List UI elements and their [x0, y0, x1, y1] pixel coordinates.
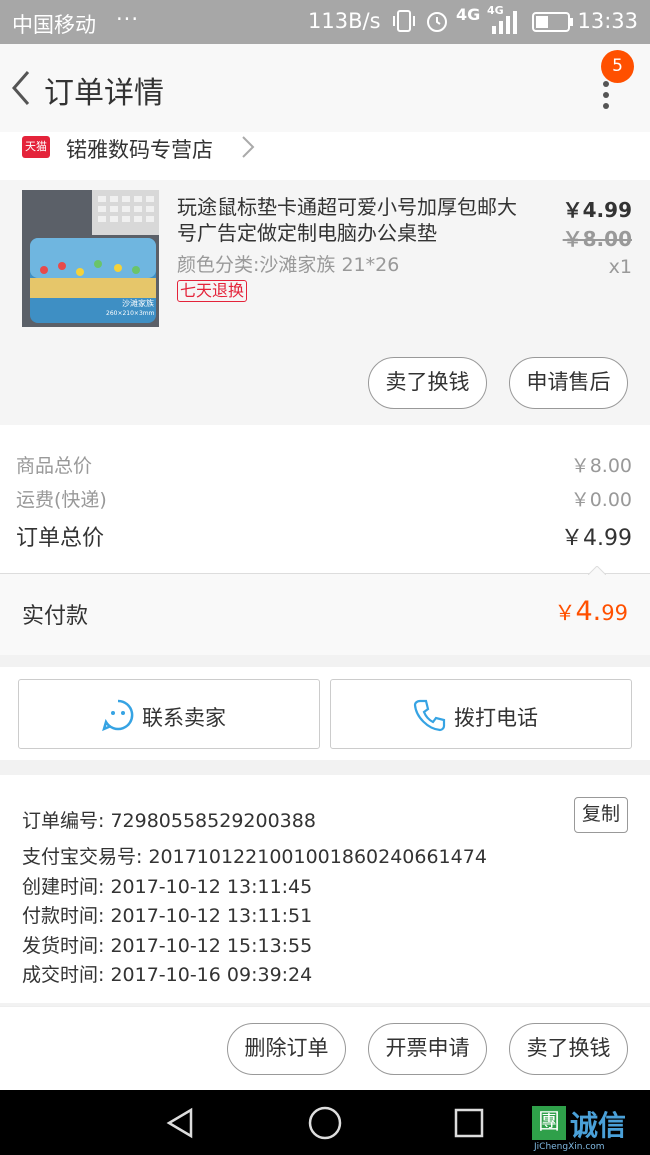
battery-icon [532, 12, 573, 32]
pointer-arrow [588, 566, 606, 575]
chevron-right-icon [242, 136, 255, 158]
more-menu-icon[interactable] [596, 80, 616, 110]
nav-back-icon[interactable] [163, 1106, 197, 1140]
status-bar: 中国移动 ··· 113B/s 4G 4G 13:33 [0, 0, 650, 44]
signal-icon [492, 11, 517, 34]
thumb-size: 260×210×3mm [106, 310, 155, 317]
after-sales-button[interactable]: 申请售后 [509, 357, 628, 409]
thumb-caption: 沙滩家族 [122, 299, 154, 308]
tmall-logo: 天猫 [22, 136, 50, 158]
phone-icon [413, 699, 446, 732]
product-original-price: ￥8.00 [562, 227, 632, 251]
page-title: 订单详情 [44, 76, 164, 111]
order-total-label: 订单总价 [16, 526, 105, 551]
watermark: 團 诚信 JiChengXin.com [532, 1104, 650, 1152]
goods-total-label: 商品总价 [16, 455, 93, 477]
call-phone-label: 拨打电话 [454, 706, 538, 730]
watermark-logo: 團 [532, 1106, 566, 1140]
product-quantity: x1 [608, 256, 632, 278]
alarm-icon [427, 12, 447, 32]
product-item: 沙滩家族 260×210×3mm 玩途鼠标垫卡通超可爱小号加厚包邮大号广告定做定… [0, 180, 650, 425]
shipping-label: 运费(快递) [16, 489, 107, 511]
goods-total-value: ￥8.00 [570, 455, 632, 477]
net-speed: 113B/s [308, 9, 381, 33]
carrier-name: 中国移动 [12, 13, 96, 37]
resell-button[interactable]: 卖了换钱 [368, 357, 487, 409]
vibrate-icon [393, 10, 415, 32]
shipping-value: ￥0.00 [570, 489, 632, 511]
product-price: ￥4.99 [562, 198, 632, 222]
alipay-trade-number: 支付宝交易号: 2017101221001001860240661474 [22, 846, 487, 868]
order-info: 订单编号: 72980558529200388 复制 支付宝交易号: 20171… [0, 775, 650, 1003]
order-total-value: ￥4.99 [561, 526, 632, 551]
watermark-text: 诚信 [570, 1109, 627, 1142]
paid-integer: 4. [575, 596, 602, 627]
nav-header: 订单详情 [0, 44, 650, 132]
contact-bar: 联系卖家 拨打电话 [0, 667, 650, 760]
chat-face-icon [102, 699, 134, 732]
shop-name[interactable]: 锘雅数码专营店 [66, 134, 213, 164]
back-arrow-icon[interactable] [8, 68, 38, 108]
product-spec: 颜色分类:沙滩家族 21*26 [177, 254, 400, 276]
paid-currency: ￥ [554, 601, 576, 625]
message-badge: 5 [601, 50, 634, 83]
paid-amount-row: 实付款 ￥4.99 [0, 573, 650, 655]
seven-day-return-tag: 七天退换 [177, 280, 248, 302]
created-time: 创建时间: 2017-10-12 13:11:45 [22, 876, 313, 898]
call-phone-button[interactable]: 拨打电话 [330, 679, 632, 749]
system-nav-bar: 團 诚信 JiChengXin.com [0, 1090, 650, 1155]
contact-seller-label: 联系卖家 [142, 706, 226, 730]
shipped-time: 发货时间: 2017-10-12 15:13:55 [22, 935, 313, 957]
paid-label: 实付款 [22, 604, 89, 629]
bottom-action-bar: 删除订单 开票申请 卖了换钱 [0, 1006, 650, 1090]
order-number: 订单编号: 72980558529200388 [22, 810, 316, 832]
clock: 13:33 [577, 9, 638, 33]
nav-home-icon[interactable] [307, 1105, 343, 1141]
resell-button-bottom[interactable]: 卖了换钱 [509, 1023, 628, 1075]
invoice-request-button[interactable]: 开票申请 [368, 1023, 487, 1075]
shop-row[interactable]: 天猫 锘雅数码专营店 [0, 132, 650, 180]
delete-order-button[interactable]: 删除订单 [227, 1023, 346, 1075]
paid-decimal: 99 [601, 601, 628, 625]
paid-value: ￥4.99 [555, 596, 629, 627]
completed-time: 成交时间: 2017-10-16 09:39:24 [22, 964, 313, 986]
paid-time: 付款时间: 2017-10-12 13:11:51 [22, 905, 313, 927]
price-summary: 商品总价 ￥8.00 运费(快递) ￥0.00 订单总价 ￥4.99 [0, 425, 650, 573]
nav-recents-icon[interactable] [452, 1106, 486, 1140]
notification-dots: ··· [116, 7, 140, 31]
network-label: 4G [456, 5, 481, 24]
watermark-url: JiChengXin.com [534, 1142, 605, 1152]
contact-seller-button[interactable]: 联系卖家 [18, 679, 320, 749]
product-thumbnail[interactable]: 沙滩家族 260×210×3mm [22, 190, 159, 327]
copy-button[interactable]: 复制 [574, 797, 628, 833]
product-title[interactable]: 玩途鼠标垫卡通超可爱小号加厚包邮大号广告定做定制电脑办公桌垫 [177, 194, 522, 246]
